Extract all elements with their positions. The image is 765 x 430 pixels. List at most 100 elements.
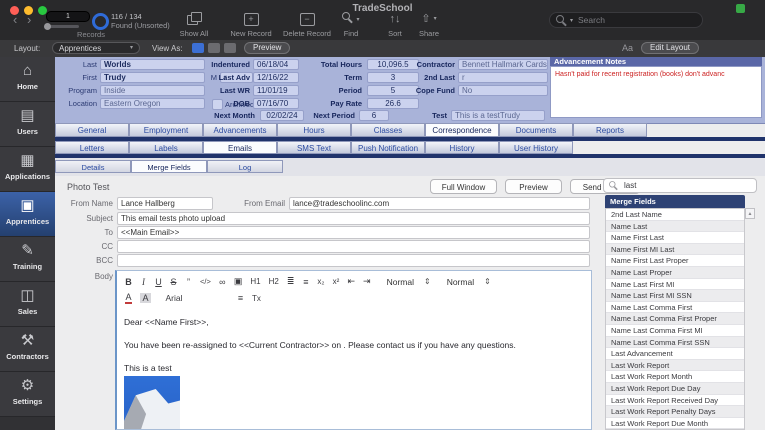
font-select[interactable]: Arial <box>159 293 189 303</box>
tab-details[interactable]: Details <box>55 160 131 173</box>
next-month-field[interactable]: 02/02/24 <box>260 110 304 121</box>
block-style-select[interactable]: Normal ⇕ <box>447 277 491 287</box>
list-item[interactable]: Name Last First MI <box>606 279 744 291</box>
link-button[interactable]: ∞ <box>219 277 226 287</box>
highlight-button[interactable]: A <box>140 293 151 303</box>
list-item[interactable]: Last Work Report Received Day <box>606 395 744 407</box>
subscript-button[interactable]: x₂ <box>317 277 324 286</box>
sidebar-item-apprentices[interactable]: ▣ Apprentices <box>0 192 55 237</box>
list-item[interactable]: Name First Last Proper <box>606 255 744 267</box>
find-button[interactable]: ▾ Find <box>334 12 368 38</box>
blockquote-button[interactable]: ” <box>185 277 192 287</box>
share-button[interactable]: ⇧ ▾ Share <box>412 12 446 38</box>
pay-rate-field[interactable]: 26.6 <box>367 98 419 109</box>
tab-advancements[interactable]: Advancements <box>203 123 277 137</box>
merge-field-search-input[interactable] <box>622 180 752 191</box>
tab-sms-text[interactable]: SMS Text <box>277 141 351 154</box>
cope-fund-field[interactable]: No <box>458 85 548 96</box>
ordered-list-button[interactable]: ≣ <box>287 276 295 287</box>
list-item[interactable]: Last Work Report Month <box>606 371 744 383</box>
tab-reports[interactable]: Reports <box>573 123 647 137</box>
new-record-button[interactable]: + New Record <box>226 12 276 38</box>
italic-button[interactable]: I <box>140 277 147 287</box>
tab-employment[interactable]: Employment <box>129 123 203 137</box>
list-item[interactable]: Name Last Comma First <box>606 302 744 314</box>
tab-push-notification[interactable]: Push Notification <box>351 141 425 154</box>
list-item[interactable]: Last Work Report Due Month <box>606 418 744 429</box>
search-input[interactable] <box>576 14 696 26</box>
tab-merge-fields[interactable]: Merge Fields <box>131 160 207 173</box>
align-button[interactable]: ≡ <box>237 293 244 303</box>
list-item[interactable]: 2nd Last Name <box>606 209 744 221</box>
tab-general[interactable]: General <box>55 123 129 137</box>
paragraph-style-select[interactable]: Normal ⇕ <box>387 277 431 287</box>
list-item[interactable]: Last Work Report Penalty Days <box>606 406 744 418</box>
view-form-button[interactable] <box>192 43 204 53</box>
sidebar-item-training[interactable]: ✎ Training <box>0 237 55 282</box>
heading1-button[interactable]: H1 <box>250 277 260 286</box>
sidebar-item-applications[interactable]: ▦ Applications <box>0 147 55 192</box>
from-email-input[interactable] <box>289 197 590 210</box>
last-adv-field[interactable]: 12/16/22 <box>253 72 299 83</box>
subject-input[interactable] <box>117 212 590 225</box>
indentured-field[interactable]: 06/18/04 <box>253 59 299 70</box>
list-item[interactable]: Name First Last <box>606 232 744 244</box>
tab-letters[interactable]: Letters <box>55 141 129 154</box>
last-name-field[interactable]: Worlds <box>100 59 205 70</box>
view-table-button[interactable] <box>224 43 236 53</box>
list-item[interactable]: Last Advancement <box>606 348 744 360</box>
email-body-image[interactable] <box>124 376 180 429</box>
outdent-button[interactable]: ⇤ <box>347 276 355 287</box>
tab-emails[interactable]: Emails <box>203 141 277 154</box>
email-body-editor[interactable]: B I U S ” </> ∞ ▣ H1 H2 ≣ ≡ x₂ x² ⇤ ⇥ No… <box>115 270 592 430</box>
tab-hours[interactable]: Hours <box>277 123 351 137</box>
merge-field-search-box[interactable] <box>603 178 757 193</box>
layout-selector[interactable]: Apprentices ▾ <box>52 42 140 54</box>
tab-correspondence[interactable]: Correspondence <box>425 123 499 137</box>
program-field[interactable]: Inside <box>100 85 205 96</box>
cc-input[interactable] <box>117 240 590 253</box>
edit-layout-button[interactable]: Edit Layout <box>641 42 700 54</box>
text-color-button[interactable]: A <box>125 292 132 304</box>
list-item[interactable]: Name Last <box>606 220 744 233</box>
bold-button[interactable]: B <box>125 277 132 287</box>
record-slider[interactable] <box>44 23 79 30</box>
sidebar-item-contractors[interactable]: ⚒ Contractors <box>0 327 55 372</box>
sort-button[interactable]: ↑↓ Sort <box>380 12 410 38</box>
show-all-button[interactable]: Show All <box>168 12 220 38</box>
tab-labels[interactable]: Labels <box>129 141 203 154</box>
tab-log[interactable]: Log <box>207 160 283 173</box>
list-item[interactable]: Name Last Proper <box>606 266 744 279</box>
tab-classes[interactable]: Classes <box>351 123 425 137</box>
tab-documents[interactable]: Documents <box>499 123 573 137</box>
preview-mode-button[interactable]: Preview <box>244 42 291 54</box>
list-item[interactable]: Name First MI Last <box>606 243 744 256</box>
sidebar-item-sales[interactable]: ◫ Sales <box>0 282 55 327</box>
preview-email-button[interactable]: Preview <box>505 179 562 194</box>
list-item[interactable]: Name Last Comma First MI <box>606 325 744 337</box>
tab-history[interactable]: History <box>425 141 499 154</box>
contractor-field[interactable]: Bennett Hallmark Cards <box>458 59 548 70</box>
sidebar-item-home[interactable]: ⌂ Home <box>0 57 55 102</box>
delete-record-button[interactable]: − Delete Record <box>278 12 336 38</box>
to-input[interactable] <box>117 226 590 239</box>
list-item[interactable]: Name Last First MI SSN <box>606 290 744 302</box>
full-window-button[interactable]: Full Window <box>430 179 497 194</box>
toolbar-search-field[interactable]: ▾ <box>549 12 703 28</box>
email-body-content[interactable]: Dear <<Name First>>, You have been re-as… <box>124 317 583 377</box>
clear-format-button[interactable]: Tx <box>252 294 261 303</box>
strikethrough-button[interactable]: S <box>170 277 177 287</box>
code-button[interactable]: </> <box>200 277 211 286</box>
indent-button[interactable]: ⇥ <box>363 276 371 287</box>
dob-field[interactable]: 07/16/70 <box>253 98 299 109</box>
test-field[interactable]: This is a testTrudy <box>451 110 545 121</box>
scroll-up-button[interactable]: ▲ <box>745 208 755 219</box>
list-item[interactable]: Name Last Comma First Proper <box>606 313 744 325</box>
record-slider-knob[interactable] <box>44 23 51 30</box>
sidebar-item-users[interactable]: ▤ Users <box>0 102 55 147</box>
insert-image-button[interactable]: ▣ <box>234 276 243 287</box>
second-last-field[interactable]: r <box>458 72 548 83</box>
underline-button[interactable]: U <box>155 277 162 287</box>
last-wr-field[interactable]: 11/01/19 <box>253 85 299 96</box>
location-field[interactable]: Eastern Oregon <box>100 98 205 109</box>
